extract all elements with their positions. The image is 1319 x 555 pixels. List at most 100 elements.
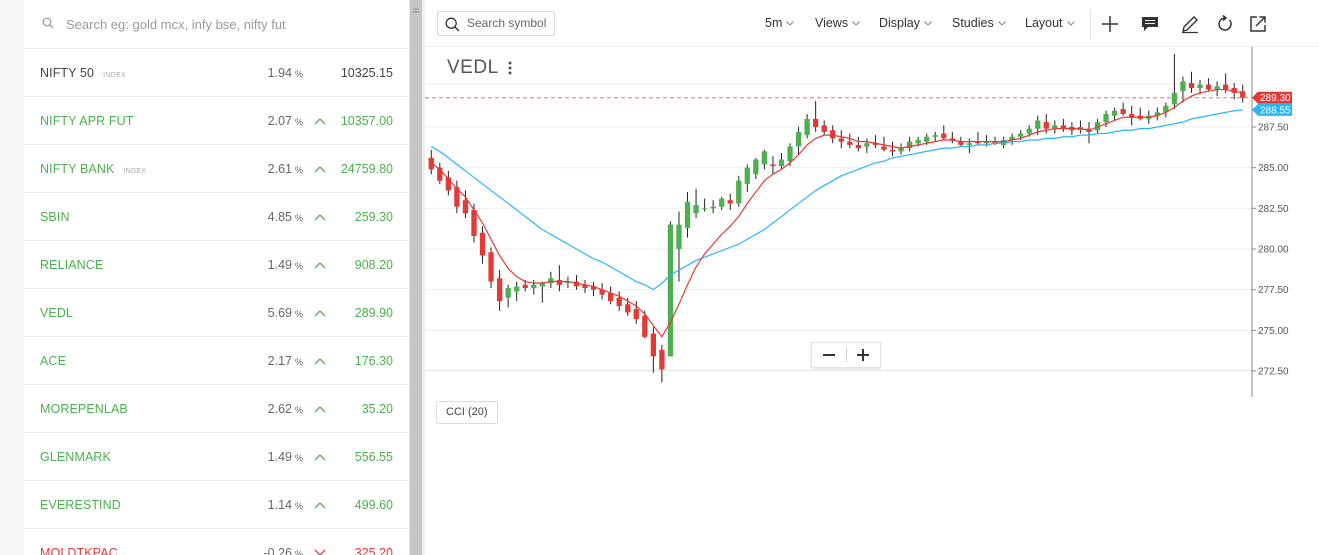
panel-splitter[interactable] (410, 0, 422, 555)
candle-body (761, 151, 768, 165)
comment-icon[interactable] (1140, 14, 1160, 34)
last-price: 35.20 (361, 401, 393, 416)
search-icon (42, 17, 54, 29)
last-price: 10357.00 (340, 113, 393, 128)
layout-dropdown[interactable]: Layout (1025, 16, 1075, 30)
views-label: Views (815, 16, 849, 30)
candle-body (633, 309, 639, 319)
instrument-symbol: NIFTY BANK (40, 161, 115, 176)
chevron-up-icon (314, 405, 326, 412)
chevron-up-icon (314, 165, 326, 172)
candle-body (847, 141, 853, 145)
last-price: 908.20 (354, 257, 393, 272)
display-dropdown[interactable]: Display (879, 16, 932, 30)
watchlist-item[interactable]: NIFTY BANK INDEX 2.61% 24759.80 (24, 145, 409, 193)
last-price: 556.55 (354, 449, 393, 464)
chevron-up-icon (314, 453, 326, 460)
chevron-up-icon (314, 357, 326, 364)
candle-body (488, 252, 494, 282)
chevron-up-icon (314, 501, 326, 508)
candle-body (966, 143, 973, 145)
chevron-down-icon (852, 20, 860, 26)
views-dropdown[interactable]: Views (815, 16, 860, 30)
watchlist-item[interactable]: ACE 2.17% 176.30 (24, 337, 409, 385)
change-percent: 2.61% (268, 162, 303, 176)
instrument-symbol: MOLDTKPAC (40, 545, 118, 555)
search-icon (445, 17, 460, 32)
candle-body (838, 138, 844, 142)
watchlist-item[interactable]: EVERESTIND 1.14% 499.60 (24, 481, 409, 529)
candle-body (667, 224, 674, 357)
watchlist-item[interactable]: NIFTY APR FUT 2.07% 10357.00 (24, 97, 409, 145)
candle-body (932, 135, 938, 137)
candle-body (736, 180, 742, 204)
index-tag: INDEX (123, 167, 147, 175)
instrument-name: NIFTY BANK INDEX (40, 162, 146, 176)
refresh-icon[interactable] (1215, 14, 1235, 34)
instrument-symbol: RELIANCE (40, 257, 104, 272)
moving-average-price-tag: 288.55 (1260, 105, 1291, 116)
candle-body (753, 159, 759, 175)
y-tick-label: 277.50 (1258, 285, 1289, 296)
left-gutter (0, 0, 24, 555)
chevron-down-icon (314, 549, 326, 555)
instrument-name: EVERESTIND (40, 498, 121, 512)
candle-body (1035, 120, 1041, 129)
watchlist-item[interactable]: SBIN 4.85% 259.30 (24, 193, 409, 241)
draw-pencil-icon[interactable] (1180, 14, 1200, 34)
candle-body (642, 315, 648, 337)
watchlist-item[interactable]: GLENMARK 1.49% 556.55 (24, 433, 409, 481)
candle-body (479, 232, 486, 256)
candle-body (1043, 122, 1049, 129)
instrument-name: NIFTY 50 INDEX (40, 66, 126, 80)
candle-body (1188, 83, 1195, 88)
candle-body (812, 118, 819, 127)
candle-body (881, 146, 887, 150)
y-tick-label: 272.50 (1258, 367, 1289, 378)
change-percent: 1.94% (268, 66, 303, 80)
watchlist-search-bar (24, 0, 409, 49)
watchlist-item[interactable]: MOLDTKPAC -0.26% 325.20 (24, 529, 409, 555)
candle-body (710, 206, 716, 209)
interval-dropdown[interactable]: 5m (765, 16, 795, 30)
collapse-handle-icon[interactable] (412, 6, 420, 16)
zoom-in-icon[interactable] (847, 343, 880, 367)
candle-body (778, 159, 785, 167)
slow-moving-average-line (430, 109, 1243, 291)
candle-body (864, 143, 870, 147)
change-percent: 2.62% (268, 402, 303, 416)
instrument-name: RELIANCE (40, 258, 103, 272)
studies-dropdown[interactable]: Studies (952, 16, 1006, 30)
instrument-symbol: GLENMARK (40, 449, 111, 464)
cci-study-button[interactable]: CCI (20) (436, 401, 498, 424)
symbol-search-input[interactable] (465, 15, 555, 31)
watchlist-item[interactable]: NIFTY 50 INDEX 1.94% 10325.15 (24, 49, 409, 97)
last-price: 499.60 (354, 497, 393, 512)
external-link-icon[interactable] (1248, 14, 1268, 34)
kebab-menu-icon[interactable] (507, 60, 513, 76)
change-percent-value: 2.17 (267, 353, 292, 368)
chart-toolbar: 5m Views Display Studies Layout (425, 0, 1319, 47)
watchlist-panel: NIFTY 50 INDEX 1.94% 10325.15 NIFTY APR FUT 2… (24, 0, 410, 555)
last-price-tag: 289.30 (1260, 93, 1291, 104)
change-percent: 1.14% (268, 498, 303, 512)
candle-body (719, 198, 725, 207)
chevron-up-icon (314, 213, 326, 220)
toolbar-divider (1090, 10, 1091, 40)
change-percent: 5.69% (268, 306, 303, 320)
zoom-out-icon[interactable] (812, 343, 846, 367)
watchlist-search-input[interactable] (64, 15, 388, 33)
instrument-name: MOREPENLAB (40, 402, 128, 416)
crosshair-icon[interactable] (1100, 14, 1120, 34)
symbol-search-box[interactable] (437, 11, 555, 36)
interval-label: 5m (765, 16, 783, 30)
zoom-controls (811, 342, 881, 368)
watchlist-item[interactable]: RELIANCE 1.49% 908.20 (24, 241, 409, 289)
instrument-symbol: EVERESTIND (40, 497, 121, 512)
watchlist-item[interactable]: VEDL 5.69% 289.90 (24, 289, 409, 337)
watchlist-item[interactable]: MOREPENLAB 2.62% 35.20 (24, 385, 409, 433)
last-price: 176.30 (354, 353, 393, 368)
candle-body (514, 286, 520, 292)
change-percent: 2.07% (268, 114, 303, 128)
index-tag: INDEX (103, 71, 126, 79)
